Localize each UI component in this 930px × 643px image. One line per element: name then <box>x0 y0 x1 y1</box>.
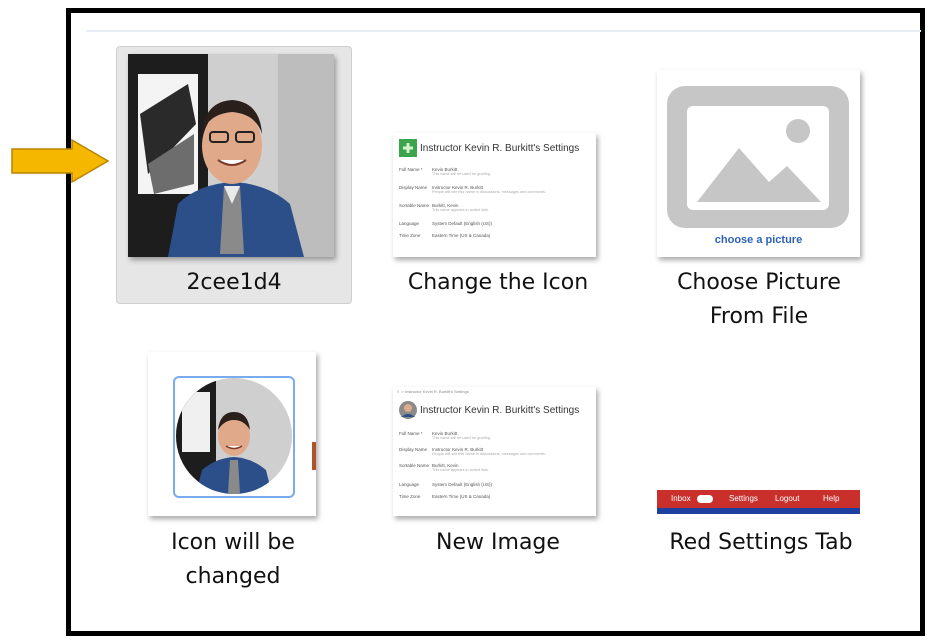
settings-row: Full Name * Kevin Burkitt This name will b… <box>399 167 491 176</box>
settings-title: Instructor Kevin R. Burkitt's Settings <box>420 404 580 416</box>
portrait-image <box>128 54 334 257</box>
settings-row: Language System Default (English (US)) <box>399 221 493 226</box>
caption-new-image: New Image <box>436 530 560 555</box>
settings-header: Instructor Kevin R. Burkitt's Settings <box>399 139 579 157</box>
caption-line: From File <box>709 304 809 329</box>
tab-settings: Settings <box>729 494 758 503</box>
thumbnail-new-image[interactable]: ≡ > Instructor Kevin R. Burkitt's Settin… <box>393 387 596 516</box>
puzzle-icon <box>399 139 417 157</box>
settings-row: Sortable Name Burkitt, Kevin This name app… <box>399 463 489 472</box>
circular-avatar-preview <box>176 378 292 494</box>
settings-row: Sortable Name Burkitt, Kevin This name app… <box>399 203 489 212</box>
divider <box>86 30 921 32</box>
settings-row: Display Name Instructor Kevin R. Burkitt P… <box>399 185 546 194</box>
thumbnail-choose-picture[interactable]: choose a picture <box>657 70 860 257</box>
toggle-pill <box>697 495 713 503</box>
thumbnail-red-settings-tab[interactable]: Inbox Settings Logout Help <box>657 490 860 516</box>
settings-row: Display Name Instructor Kevin R. Burkitt P… <box>399 447 546 456</box>
settings-row: Time Zone Eastern Time (US & Canada) <box>399 233 491 238</box>
choose-picture-label: choose a picture <box>714 234 803 246</box>
image-placeholder-icon <box>667 86 849 228</box>
avatar-icon <box>399 401 417 419</box>
tab-logout: Logout <box>775 494 800 503</box>
settings-row: Time Zone Eastern Time (US & Canada) <box>399 494 491 499</box>
settings-header: Instructor Kevin R. Burkitt's Settings <box>399 401 579 419</box>
caption-choose-picture: Choose Picture From File <box>659 266 859 334</box>
caption-line: Choose Picture <box>677 270 841 295</box>
thumbnail-icon-will-be-changed[interactable] <box>148 352 316 516</box>
tab-help: Help <box>823 494 840 503</box>
blue-bar <box>657 508 860 514</box>
caption-line: changed <box>185 564 281 589</box>
breadcrumb: ≡ > Instructor Kevin R. Burkitt's Settin… <box>397 389 469 394</box>
settings-row: Full Name * Kevin Burkitt This name will b… <box>399 431 491 440</box>
settings-row: Language System Default (English (US)) <box>399 482 493 487</box>
caption-line: Icon will be <box>171 530 295 555</box>
caption-red-settings-tab: Red Settings Tab <box>669 530 853 555</box>
caption-change-the-icon: Change the Icon <box>407 270 589 295</box>
caption-2cee1d4: 2cee1d4 <box>186 270 282 295</box>
thumbnail-change-the-icon[interactable]: Instructor Kevin R. Burkitt's Settings F… <box>393 133 596 257</box>
scrollbar-edge <box>312 442 316 470</box>
settings-title: Instructor Kevin R. Burkitt's Settings <box>420 142 580 154</box>
caption-icon-will-be-changed: Icon will be changed <box>133 526 333 594</box>
arrow-right-icon <box>11 138 110 184</box>
thumbnail-photo-2cee1d4[interactable] <box>128 54 334 257</box>
tab-inbox: Inbox <box>671 494 691 503</box>
